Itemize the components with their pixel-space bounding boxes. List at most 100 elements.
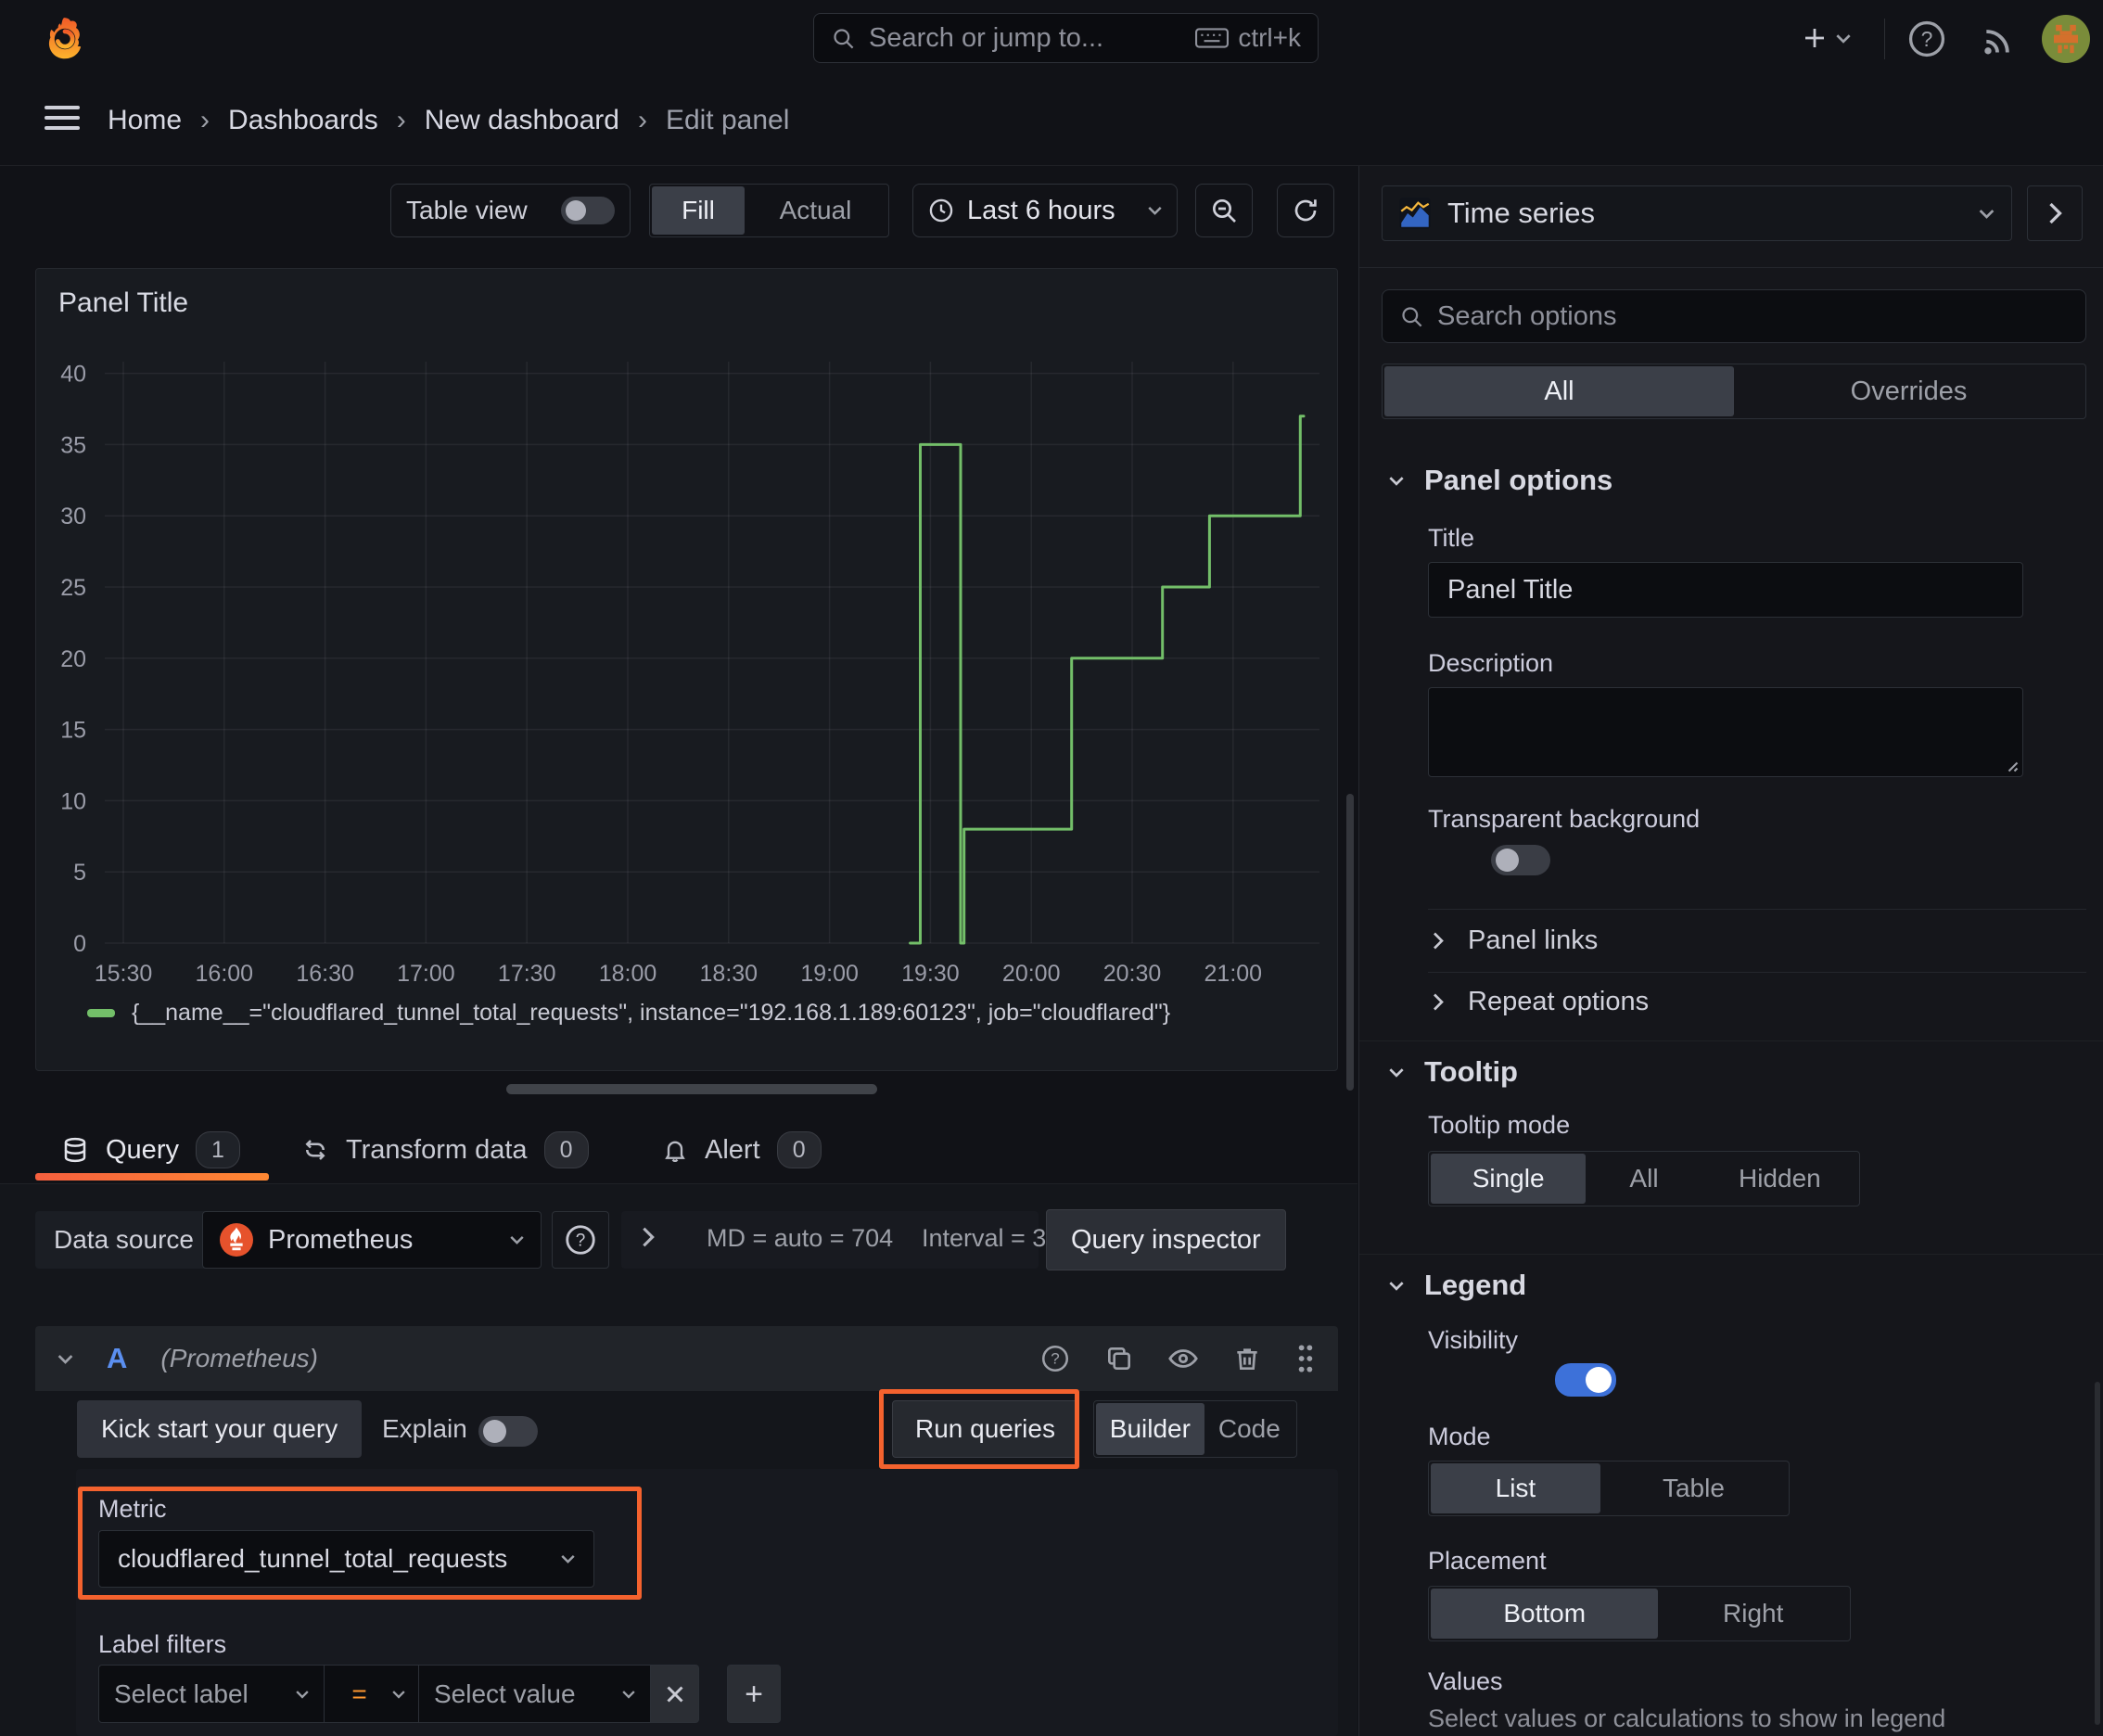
delete-query-trash-icon[interactable]	[1232, 1344, 1262, 1373]
nav-bar: Home › Dashboards › New dashboard › Edit…	[0, 76, 2103, 220]
remove-filter-button[interactable]	[651, 1665, 699, 1723]
left-pane-scrollbar[interactable]	[1346, 794, 1354, 1091]
grafana-edit-panel-screen: Search or jump to... ctrl+k ? Home › Das…	[0, 0, 2103, 1736]
actual-option[interactable]: Actual	[745, 186, 886, 235]
resize-corner-icon[interactable]	[2002, 756, 2019, 772]
run-queries-button[interactable]: Run queries	[892, 1400, 1078, 1458]
duplicate-query-icon[interactable]	[1104, 1344, 1134, 1373]
panel-title-value: Panel Title	[1447, 574, 1574, 605]
placement-bottom[interactable]: Bottom	[1431, 1589, 1659, 1639]
code-option[interactable]: Code	[1204, 1403, 1294, 1455]
user-avatar[interactable]	[2042, 15, 2090, 63]
chevron-down-icon	[296, 1690, 309, 1699]
add-new-button[interactable]	[1801, 24, 1851, 52]
tab-query[interactable]: Query 1	[61, 1124, 240, 1176]
hide-query-eye-icon[interactable]	[1167, 1343, 1199, 1374]
chevron-down-icon	[1836, 33, 1851, 44]
svg-text:30: 30	[60, 504, 86, 530]
explain-toggle[interactable]	[478, 1416, 538, 1447]
legend-swatch[interactable]	[87, 1009, 115, 1017]
label-filter-select-value[interactable]: Select value	[419, 1665, 651, 1723]
visualization-picker[interactable]: Time series	[1382, 185, 2012, 241]
legend-mode-list[interactable]: List	[1431, 1463, 1600, 1513]
transform-icon	[301, 1136, 329, 1164]
panel-title[interactable]: Panel Title	[58, 287, 188, 319]
legend-visibility-toggle[interactable]	[1554, 1363, 1616, 1397]
tab-alert-label: Alert	[705, 1134, 760, 1165]
options-expand-chevron-icon[interactable]	[642, 1226, 655, 1248]
panel-resize-handle[interactable]	[506, 1084, 877, 1094]
query-ref-id[interactable]: A	[107, 1342, 127, 1375]
divider	[1428, 972, 2086, 973]
description-textarea[interactable]	[1428, 687, 2023, 777]
keyboard-icon	[1195, 26, 1230, 50]
tooltip-mode-hidden[interactable]: Hidden	[1702, 1154, 1857, 1204]
title-label: Title	[1428, 524, 1475, 552]
panel-title-input[interactable]: Panel Title	[1428, 562, 2023, 618]
metric-select[interactable]: cloudflared_tunnel_total_requests	[98, 1530, 594, 1588]
svg-text:19:00: 19:00	[800, 961, 859, 987]
placement-right[interactable]: Right	[1658, 1589, 1848, 1639]
time-series-chart[interactable]: 40 35 30 25 20 15 10 5 0 15:30 16:00 16:30 17:00 17:3…	[31, 352, 1329, 1002]
table-view-toggle-group: Table view	[390, 184, 631, 237]
legend-header[interactable]: Legend	[1389, 1269, 1526, 1302]
metric-label: Metric	[98, 1495, 167, 1523]
legend-mode-table[interactable]: Table	[1600, 1463, 1787, 1513]
tooltip-mode-all[interactable]: All	[1586, 1154, 1702, 1204]
legend-heading: Legend	[1424, 1269, 1527, 1301]
panel-links-row[interactable]: Panel links	[1433, 922, 1598, 959]
help-icon[interactable]: ?	[1906, 19, 1947, 59]
tab-overrides[interactable]: Overrides	[1734, 366, 2084, 416]
tooltip-header[interactable]: Tooltip	[1389, 1055, 1518, 1089]
breadcrumb-dashboards[interactable]: Dashboards	[228, 105, 378, 136]
select-label-placeholder: Select label	[114, 1679, 249, 1708]
tooltip-mode-single[interactable]: Single	[1431, 1154, 1587, 1204]
query-inspector-button[interactable]: Query inspector	[1046, 1209, 1286, 1270]
label-filter-operator[interactable]: =	[325, 1665, 419, 1723]
operator-value: =	[351, 1679, 367, 1708]
tooltip-mode-label: Tooltip mode	[1428, 1111, 1571, 1139]
panel-options-header[interactable]: Panel options	[1389, 464, 1612, 497]
tab-alert-count: 0	[776, 1131, 822, 1168]
kickstart-query-button[interactable]: Kick start your query	[77, 1400, 363, 1458]
query-datasource-hint: (Prometheus)	[160, 1344, 319, 1372]
refresh-button[interactable]	[1277, 184, 1334, 237]
svg-text:35: 35	[60, 432, 86, 458]
table-view-toggle[interactable]	[561, 197, 615, 224]
datasource-picker[interactable]: Prometheus	[202, 1211, 542, 1269]
tooltip-heading: Tooltip	[1424, 1055, 1518, 1088]
news-icon[interactable]	[1979, 22, 2016, 59]
chevron-down-icon	[1389, 476, 1404, 486]
fill-option[interactable]: Fill	[652, 186, 745, 235]
breadcrumb-home[interactable]: Home	[108, 105, 182, 136]
database-icon	[61, 1136, 89, 1164]
legend-label[interactable]: {__name__="cloudflared_tunnel_total_requ…	[132, 1000, 1170, 1027]
placement-label: Placement	[1428, 1547, 1547, 1575]
global-search-box[interactable]: Search or jump to... ctrl+k	[813, 13, 1319, 63]
breadcrumb-new-dashboard[interactable]: New dashboard	[425, 105, 619, 136]
repeat-options-row[interactable]: Repeat options	[1433, 983, 1649, 1020]
tab-alert[interactable]: Alert 0	[662, 1124, 822, 1176]
zoom-out-button[interactable]	[1195, 184, 1253, 237]
add-filter-button[interactable]: +	[727, 1665, 781, 1723]
builder-option[interactable]: Builder	[1096, 1403, 1204, 1455]
drag-handle-grip-icon[interactable]	[1295, 1344, 1316, 1373]
datasource-help-button[interactable]: ?	[552, 1211, 609, 1269]
tab-all[interactable]: All	[1384, 366, 1734, 416]
active-tab-underline	[35, 1173, 269, 1181]
time-range-picker[interactable]: Last 6 hours	[912, 184, 1178, 237]
query-row-header[interactable]: A (Prometheus) ?	[35, 1326, 1338, 1391]
legend-mode-label: Mode	[1428, 1423, 1491, 1450]
query-help-icon[interactable]: ?	[1039, 1343, 1071, 1374]
close-options-pane-button[interactable]	[2027, 185, 2083, 241]
grafana-logo[interactable]	[41, 15, 87, 61]
bell-icon	[662, 1136, 688, 1164]
transparent-background-toggle[interactable]	[1491, 845, 1551, 875]
search-icon	[1399, 304, 1424, 329]
tab-transform[interactable]: Transform data 0	[301, 1124, 589, 1176]
label-filter-select-label[interactable]: Select label	[98, 1665, 325, 1723]
menu-icon[interactable]	[45, 106, 80, 130]
options-search-box[interactable]: Search options	[1382, 289, 2086, 343]
x-icon	[666, 1685, 683, 1703]
options-pane-scrollbar[interactable]	[2095, 1382, 2100, 1725]
